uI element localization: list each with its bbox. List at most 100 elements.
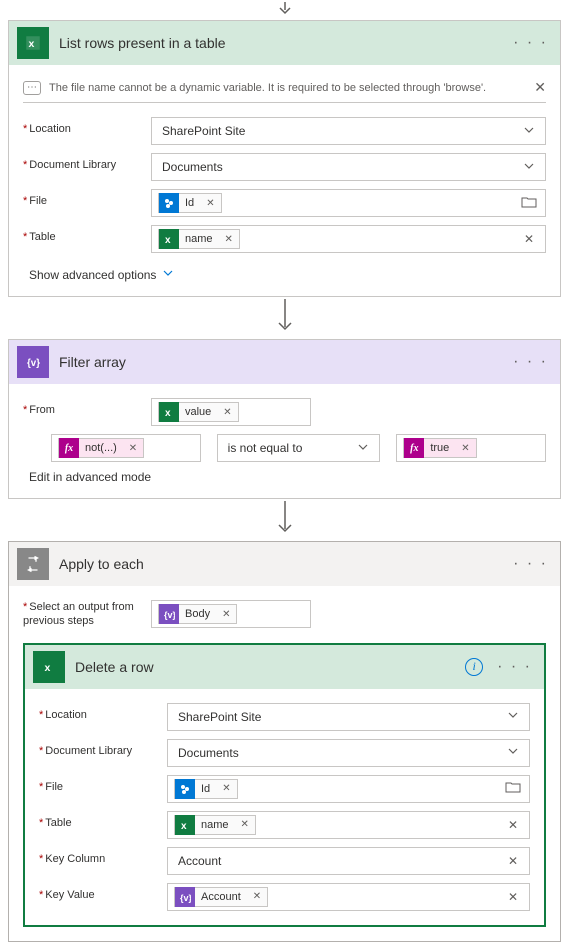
excel-icon: x: [175, 815, 195, 835]
token-label: true: [424, 442, 455, 454]
action-card-delete-row: x Delete a row i · · · Location SharePoi…: [23, 643, 546, 927]
field-table[interactable]: x name ✕ ✕: [151, 225, 546, 253]
label-from: From: [23, 398, 151, 416]
token-remove-icon[interactable]: ✕: [455, 443, 475, 454]
field-file[interactable]: Id ✕: [151, 189, 546, 217]
token-remove-icon[interactable]: ✕: [247, 891, 267, 902]
menu-icon[interactable]: · · ·: [509, 555, 552, 573]
token-value[interactable]: x value ✕: [158, 402, 239, 422]
chevron-down-icon[interactable]: [351, 441, 375, 456]
svg-text:x: x: [165, 235, 171, 245]
fx-icon: fx: [404, 438, 424, 458]
show-advanced-link[interactable]: Show advanced options: [23, 267, 174, 282]
folder-icon[interactable]: [517, 196, 541, 211]
token-remove-icon[interactable]: ✕: [216, 609, 236, 620]
token-label: Id: [195, 783, 216, 795]
field-table[interactable]: x name ✕ ✕: [167, 811, 530, 839]
field-from[interactable]: x value ✕: [151, 398, 311, 426]
info-text: The file name cannot be a dynamic variab…: [49, 82, 486, 94]
action-card-filter-array: {v} Filter array · · · From x value ✕ fx: [8, 339, 561, 499]
token-remove-icon[interactable]: ✕: [235, 819, 255, 830]
sharepoint-icon: [175, 779, 195, 799]
advanced-label: Show advanced options: [29, 268, 156, 282]
edit-advanced-link[interactable]: Edit in advanced mode: [23, 470, 546, 484]
action-header[interactable]: Apply to each · · ·: [9, 542, 560, 586]
token-remove-icon[interactable]: ✕: [200, 198, 220, 209]
clear-icon[interactable]: ✕: [501, 890, 525, 904]
field-library[interactable]: Documents: [167, 739, 530, 767]
action-header[interactable]: {v} Filter array · · ·: [9, 340, 560, 384]
svg-text:x: x: [45, 661, 51, 673]
field-key-value[interactable]: {v} Account ✕ ✕: [167, 883, 530, 911]
chevron-down-icon[interactable]: [501, 745, 525, 760]
value-library: Documents: [172, 746, 501, 760]
label-select-output: Select an output from previous steps: [23, 600, 151, 629]
chevron-down-icon[interactable]: [517, 160, 541, 175]
token-label: Id: [179, 197, 200, 209]
operator-value: is not equal to: [222, 441, 352, 455]
filter-operator[interactable]: is not equal to: [217, 434, 381, 462]
action-card-apply-each: Apply to each · · · Select an output fro…: [8, 541, 561, 942]
svg-text:x: x: [181, 821, 187, 831]
field-location[interactable]: SharePoint Site: [151, 117, 546, 145]
svg-text:{v}: {v}: [180, 893, 191, 903]
token-table-name[interactable]: x name ✕: [158, 229, 240, 249]
chevron-down-icon[interactable]: [501, 709, 525, 724]
excel-icon: x: [17, 27, 49, 59]
data-operation-icon: {v}: [175, 887, 195, 907]
arrow-connector: [8, 299, 561, 335]
field-location[interactable]: SharePoint Site: [167, 703, 530, 731]
arrow-connector: [8, 501, 561, 537]
menu-icon[interactable]: · · ·: [509, 34, 552, 52]
token-body[interactable]: {v} Body ✕: [158, 604, 237, 624]
close-icon[interactable]: ✕: [534, 79, 546, 96]
info-banner: ⋯ The file name cannot be a dynamic vari…: [23, 79, 546, 103]
token-remove-icon[interactable]: ✕: [123, 443, 143, 454]
arrow-incoming: [8, 2, 561, 16]
clear-icon[interactable]: ✕: [501, 818, 525, 832]
action-title: Delete a row: [75, 659, 465, 675]
label-location: Location: [39, 703, 167, 721]
label-table: Table: [23, 225, 151, 243]
action-header[interactable]: x Delete a row i · · ·: [25, 645, 544, 689]
label-key-column: Key Column: [39, 847, 167, 865]
token-file-id[interactable]: Id ✕: [174, 779, 238, 799]
filter-left[interactable]: fx not(...) ✕: [51, 434, 201, 462]
field-file[interactable]: Id ✕: [167, 775, 530, 803]
clear-icon[interactable]: ✕: [517, 232, 541, 246]
value-key-column: Account: [172, 854, 501, 868]
label-file: File: [23, 189, 151, 207]
filter-right[interactable]: fx true ✕: [396, 434, 546, 462]
token-remove-icon[interactable]: ✕: [216, 783, 236, 794]
svg-text:{v}: {v}: [164, 610, 175, 620]
token-remove-icon[interactable]: ✕: [219, 234, 239, 245]
excel-icon: x: [159, 229, 179, 249]
token-fx-not[interactable]: fx not(...) ✕: [58, 438, 144, 458]
svg-text:{v}: {v}: [27, 358, 40, 369]
value-location: SharePoint Site: [156, 124, 517, 138]
label-table: Table: [39, 811, 167, 829]
loop-icon: [17, 548, 49, 580]
action-header[interactable]: x List rows present in a table · · ·: [9, 21, 560, 65]
clear-icon[interactable]: ✕: [501, 854, 525, 868]
label-file: File: [39, 775, 167, 793]
token-table-name[interactable]: x name ✕: [174, 815, 256, 835]
token-label: name: [195, 819, 235, 831]
token-remove-icon[interactable]: ✕: [217, 407, 237, 418]
token-label: Account: [195, 891, 247, 903]
token-file-id[interactable]: Id ✕: [158, 193, 222, 213]
token-label: not(...): [79, 442, 123, 454]
field-select-output[interactable]: {v} Body ✕: [151, 600, 311, 628]
label-library: Document Library: [23, 153, 151, 171]
value-location: SharePoint Site: [172, 710, 501, 724]
field-key-column[interactable]: Account ✕: [167, 847, 530, 875]
field-library[interactable]: Documents: [151, 153, 546, 181]
info-icon[interactable]: i: [465, 658, 483, 676]
chevron-down-icon[interactable]: [517, 124, 541, 139]
token-fx-true[interactable]: fx true ✕: [403, 438, 476, 458]
folder-icon[interactable]: [501, 781, 525, 796]
token-label: Body: [179, 608, 216, 620]
menu-icon[interactable]: · · ·: [493, 658, 536, 676]
menu-icon[interactable]: · · ·: [509, 353, 552, 371]
token-account[interactable]: {v} Account ✕: [174, 887, 268, 907]
